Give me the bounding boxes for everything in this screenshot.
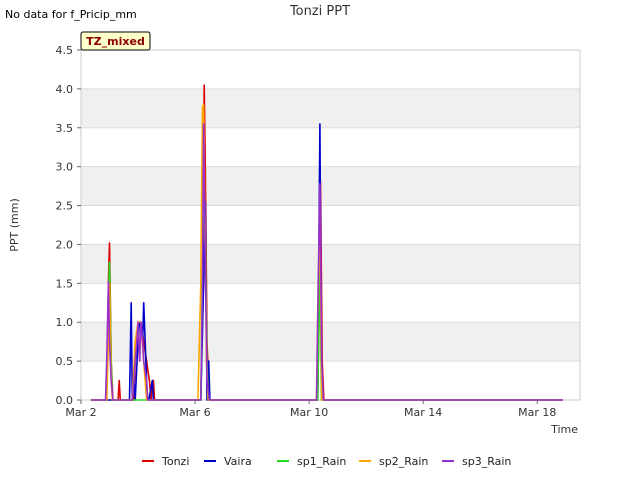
- site-badge: TZ_mixed: [80, 31, 151, 51]
- legend-label: sp3_Rain: [462, 455, 511, 468]
- x-tick-label: Mar 6: [179, 406, 210, 419]
- series-line-sp1_Rain: [91, 181, 563, 401]
- grid-band: [81, 322, 580, 362]
- y-tick-label: 2.0: [56, 238, 74, 251]
- legend-label: Tonzi: [161, 455, 189, 468]
- legend-label: sp2_Rain: [379, 455, 428, 468]
- legend: Tonzi Vaira sp1_Rain sp2_Rain sp3_Rain: [142, 455, 511, 468]
- x-tick-label: Mar 10: [290, 406, 328, 419]
- grid-band: [81, 244, 580, 284]
- x-axis-label: Time: [550, 423, 578, 436]
- legend-item-sp1_Rain: sp1_Rain: [277, 455, 346, 468]
- y-tick-label: 1.5: [56, 277, 74, 290]
- legend-item-Tonzi: Tonzi: [142, 455, 189, 468]
- grid-band: [81, 166, 580, 206]
- site-badge-label: TZ_mixed: [86, 35, 145, 48]
- y-axis-label: PPT (mm): [8, 198, 21, 252]
- chart: 0.00.51.01.52.02.53.03.54.04.5 Mar 2 Mar …: [5, 4, 581, 468]
- y-tick-label: 2.5: [56, 200, 74, 213]
- x-tick-label: Mar 14: [404, 406, 442, 419]
- legend-item-Vaira: Vaira: [204, 455, 252, 468]
- legend-label: Vaira: [224, 455, 252, 468]
- y-tick-label: 0.5: [56, 355, 74, 368]
- x-tick-label: Mar 18: [518, 406, 556, 419]
- y-tick-label: 4.0: [56, 83, 74, 96]
- legend-item-sp3_Rain: sp3_Rain: [442, 455, 511, 468]
- legend-label: sp1_Rain: [297, 455, 346, 468]
- legend-item-sp2_Rain: sp2_Rain: [359, 455, 428, 468]
- x-tick-label: Mar 2: [65, 406, 96, 419]
- y-axis-ticks: 0.00.51.01.52.02.53.03.54.04.5: [56, 44, 81, 407]
- chart-title: Tonzi PPT: [289, 4, 350, 19]
- y-tick-label: 4.5: [56, 44, 74, 57]
- background-bands: [81, 88, 580, 362]
- y-tick-label: 3.5: [56, 122, 74, 135]
- y-tick-label: 1.0: [56, 316, 74, 329]
- grid-band: [81, 88, 580, 128]
- y-tick-label: 3.0: [56, 161, 74, 174]
- no-data-note: No data for f_Pricip_mm: [5, 8, 137, 21]
- x-axis-ticks: Mar 2 Mar 6 Mar 10 Mar 14 Mar 18: [65, 400, 556, 419]
